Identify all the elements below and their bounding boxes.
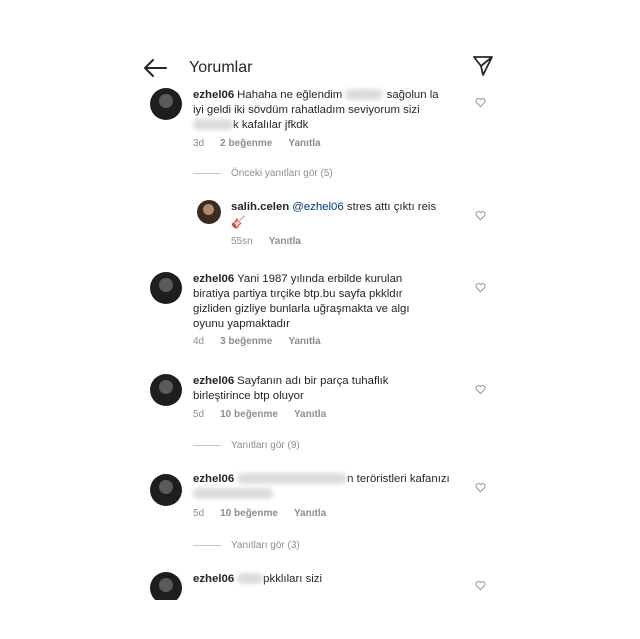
heart-icon[interactable]: [475, 580, 486, 591]
comments-screen: Yorumlar ezhel06 Hahaha ne eğlendim sağol…: [140, 40, 510, 600]
reply-button[interactable]: Yanıtla: [288, 138, 320, 149]
header: Yorumlar: [140, 50, 510, 86]
arrow-left-icon[interactable]: [142, 56, 168, 80]
likes-count[interactable]: 10 beğenme: [220, 508, 278, 519]
comment-time: 55sn: [231, 236, 253, 247]
page-title: Yorumlar: [189, 59, 253, 76]
likes-count[interactable]: 3 beğenme: [220, 336, 272, 347]
comment-time: 5d: [193, 508, 205, 519]
comment-meta: 55sn Yanıtla: [231, 236, 317, 247]
comment-time: 3d: [193, 138, 205, 149]
reply-button[interactable]: Yanıtla: [294, 508, 326, 519]
heart-icon[interactable]: [475, 384, 486, 395]
redacted-text: [237, 473, 348, 485]
avatar[interactable]: [197, 200, 221, 224]
avatar[interactable]: [150, 474, 182, 506]
divider: [193, 173, 221, 174]
view-replies[interactable]: Yanıtları gör (3): [193, 540, 300, 551]
comment-username[interactable]: ezhel06: [193, 375, 234, 387]
comment-text: ezhel06 Hahaha ne eğlendim sağolun la iyi…: [193, 89, 439, 131]
redacted-text: [193, 488, 273, 500]
view-previous-replies[interactable]: Önceki yanıtları gör (5): [193, 168, 333, 179]
paper-plane-icon[interactable]: [471, 54, 495, 78]
likes-count[interactable]: 2 beğenme: [220, 138, 272, 149]
mention-link[interactable]: @ezhel06: [292, 201, 343, 213]
avatar[interactable]: [150, 272, 182, 304]
heart-icon[interactable]: [475, 210, 486, 221]
view-replies[interactable]: Yanıtları gör (9): [193, 440, 300, 451]
avatar[interactable]: [150, 572, 182, 600]
redacted-text: [345, 89, 384, 101]
guitar-emoji: 🎸: [231, 215, 246, 229]
comment-text: ezhel06 Sayfanın adı bir parça tuhaflık b…: [193, 375, 389, 402]
reply-button[interactable]: Yanıtla: [269, 236, 301, 247]
avatar[interactable]: [150, 374, 182, 406]
comment-time: 5d: [193, 409, 205, 420]
comment-meta: 5d 10 beğenme Yanıtla: [193, 409, 342, 420]
comment-meta: 5d 10 beğenme Yanıtla: [193, 508, 342, 519]
reply-button[interactable]: Yanıtla: [288, 336, 320, 347]
comment-text: ezhel06 pkklıları sizi: [193, 573, 323, 585]
divider: [193, 445, 221, 446]
comment-text: salih.celen @ezhel06 stres attı çıktı rei…: [231, 201, 437, 229]
reply-button[interactable]: Yanıtla: [294, 409, 326, 420]
comment-username[interactable]: ezhel06: [193, 573, 234, 585]
redacted-text: [193, 119, 233, 131]
comment-text: ezhel06 n teröristleri kafanızı: [193, 472, 473, 502]
comment-username[interactable]: ezhel06: [193, 273, 234, 285]
comment-text: ezhel06 Yani 1987 yılında erbilde kurulan…: [193, 273, 410, 330]
likes-count[interactable]: 10 beğenme: [220, 409, 278, 420]
redacted-text: [237, 573, 264, 585]
avatar[interactable]: [150, 88, 182, 120]
heart-icon[interactable]: [475, 97, 486, 108]
heart-icon[interactable]: [475, 282, 486, 293]
comment-meta: 3d 2 beğenme Yanıtla: [193, 138, 337, 149]
divider: [193, 545, 221, 546]
heart-icon[interactable]: [475, 482, 486, 493]
comment-meta: 4d 3 beğenme Yanıtla: [193, 336, 337, 347]
comment-time: 4d: [193, 336, 205, 347]
comment-username[interactable]: salih.celen: [231, 201, 289, 213]
comment-username[interactable]: ezhel06: [193, 89, 234, 101]
comment-username[interactable]: ezhel06: [193, 473, 234, 485]
